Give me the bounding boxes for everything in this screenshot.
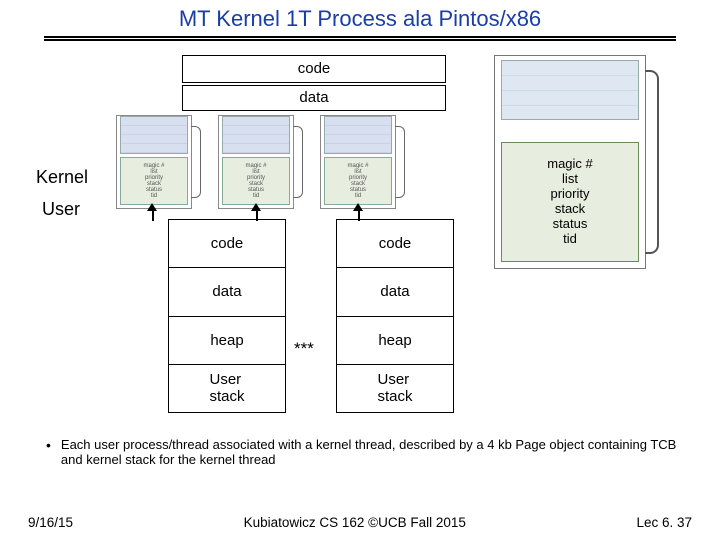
user-process-1: code data heap User stack: [168, 219, 286, 413]
tcb-field: tid: [151, 193, 157, 199]
seg-heap: heap: [336, 317, 454, 365]
footer-pagenum: Lec 6. 37: [636, 515, 692, 530]
kstack-3: [324, 116, 392, 154]
tcb-field: tid: [563, 232, 577, 247]
tcb-field: stack: [555, 202, 585, 217]
tcb-1: magic # list priority stack status tid: [120, 157, 188, 205]
bullet-text: • Each user process/thread associated wi…: [46, 438, 700, 468]
tcb-field: priority: [550, 187, 589, 202]
tcb-field: magic #: [547, 157, 593, 172]
tcb-zoom: magic # list priority stack status tid: [501, 142, 639, 262]
kernel-page-3: magic # list priority stack status tid: [320, 115, 396, 209]
brace-icon: [191, 126, 201, 198]
kstack-zoom: [501, 60, 639, 120]
arrowhead-icon: [147, 203, 157, 211]
kstack-1: [120, 116, 188, 154]
kernel-data-box: data: [182, 85, 446, 111]
tcb-3: magic # list priority stack status tid: [324, 157, 392, 205]
seg-heap: heap: [168, 317, 286, 365]
arrowhead-icon: [251, 203, 261, 211]
tcb-field: tid: [355, 193, 361, 199]
footer-course: Kubiatowicz CS 162 ©UCB Fall 2015: [244, 515, 466, 530]
bullet-content: Each user process/thread associated with…: [61, 438, 700, 468]
slide-title: MT Kernel 1T Process ala Pintos/x86: [0, 0, 720, 36]
brace-icon: [645, 70, 659, 254]
seg-code: code: [168, 219, 286, 268]
user-label: User: [42, 199, 80, 220]
seg-stack: User stack: [336, 365, 454, 413]
bullet-dot-icon: •: [46, 438, 51, 468]
tcb-field: tid: [253, 193, 259, 199]
tcb-field: status: [553, 217, 588, 232]
kernel-page-zoom: magic # list priority stack status tid: [494, 55, 646, 269]
seg-data: data: [336, 268, 454, 316]
title-rule: [44, 36, 676, 41]
kernel-page-2: magic # list priority stack status tid: [218, 115, 294, 209]
user-process-2: code data heap User stack: [336, 219, 454, 413]
kernel-code-box: code: [182, 55, 446, 83]
kernel-page-1: magic # list priority stack status tid: [116, 115, 192, 209]
brace-icon: [395, 126, 405, 198]
footer-date: 9/16/15: [28, 515, 73, 530]
tcb-2: magic # list priority stack status tid: [222, 157, 290, 205]
kernel-label: Kernel: [36, 167, 88, 188]
arrowhead-icon: [353, 203, 363, 211]
brace-icon: [293, 126, 303, 198]
seg-data: data: [168, 268, 286, 316]
kstack-2: [222, 116, 290, 154]
tcb-field: list: [562, 172, 578, 187]
footer: 9/16/15 Kubiatowicz CS 162 ©UCB Fall 201…: [0, 515, 720, 530]
ellipsis-stars: ***: [294, 339, 314, 359]
seg-stack: User stack: [168, 365, 286, 413]
diagram-area: code data magic # list priority stack st…: [0, 49, 720, 429]
seg-code: code: [336, 219, 454, 268]
